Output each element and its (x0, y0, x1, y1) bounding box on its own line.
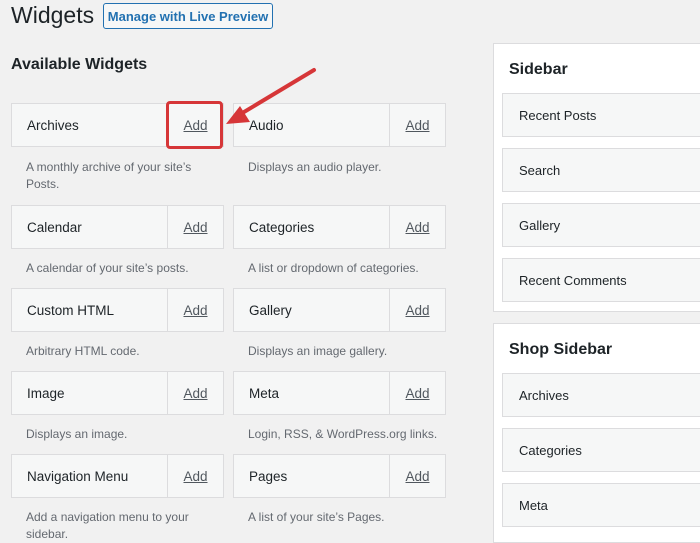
widget-description: Login, RSS, & WordPress.org links. (248, 427, 438, 441)
sidebar-widget-item[interactable]: Meta (502, 483, 700, 527)
add-categories-button[interactable]: Add (389, 206, 445, 248)
add-gallery-button[interactable]: Add (389, 289, 445, 331)
widget-title: Pages (249, 468, 288, 484)
widget-custom-html[interactable]: Custom HTML Add (11, 288, 224, 332)
add-image-button[interactable]: Add (167, 372, 223, 414)
sidebar-widget-item[interactable]: Search (502, 148, 700, 192)
widget-navigation-menu[interactable]: Navigation Menu Add (11, 454, 224, 498)
add-calendar-button[interactable]: Add (167, 206, 223, 248)
sidebar-widget-item[interactable]: Gallery (502, 203, 700, 247)
widget-pages[interactable]: Pages Add (233, 454, 446, 498)
red-arrow-icon (226, 68, 316, 124)
sidebar-title: Sidebar (509, 61, 568, 78)
widget-title: Archives (27, 117, 79, 133)
sidebar-widget-item[interactable]: Recent Posts (502, 93, 700, 137)
highlight-box (166, 101, 223, 149)
widget-description: Displays an image. (26, 427, 128, 441)
widget-title: Meta (249, 385, 280, 401)
widget-description: A monthly archive of your site’s Posts. (26, 160, 192, 191)
add-navigation-menu-button[interactable]: Add (167, 455, 223, 497)
widget-title: Calendar (27, 219, 82, 235)
widget-description: Displays an image gallery. (248, 344, 388, 358)
widget-title: Image (27, 385, 65, 401)
widget-description: Arbitrary HTML code. (26, 344, 140, 358)
add-pages-button[interactable]: Add (389, 455, 445, 497)
available-widgets-title: Available Widgets (11, 56, 148, 73)
widget-meta[interactable]: Meta Add (233, 371, 446, 415)
widget-title: Gallery (249, 302, 292, 318)
widget-title: Custom HTML (27, 302, 115, 318)
widget-description: A calendar of your site’s posts. (26, 261, 189, 275)
widget-calendar[interactable]: Calendar Add (11, 205, 224, 249)
widget-gallery[interactable]: Gallery Add (233, 288, 446, 332)
manage-live-preview-button[interactable]: Manage with Live Preview (103, 3, 273, 29)
widget-description: A list of your site’s Pages. (248, 510, 385, 524)
add-custom-html-button[interactable]: Add (167, 289, 223, 331)
sidebar-widget-item[interactable]: Archives (502, 373, 700, 417)
add-meta-button[interactable]: Add (389, 372, 445, 414)
sidebar-panel: Sidebar Recent Posts Search Gallery Rece… (493, 43, 700, 312)
page-title: Widgets (11, 2, 95, 28)
sidebar-widget-item[interactable]: Recent Comments (502, 258, 700, 302)
sidebar-widget-item[interactable]: Categories (502, 428, 700, 472)
widget-description: Add a navigation menu to your sidebar. (26, 510, 189, 541)
widget-description: Displays an audio player. (248, 160, 382, 174)
widget-image[interactable]: Image Add (11, 371, 224, 415)
shop-sidebar-panel: Shop Sidebar Archives Categories Meta (493, 323, 700, 543)
widget-categories[interactable]: Categories Add (233, 205, 446, 249)
widget-title: Categories (249, 219, 315, 235)
widget-title: Navigation Menu (27, 468, 129, 484)
widget-description: A list or dropdown of categories. (248, 261, 419, 275)
add-audio-button[interactable]: Add (389, 104, 445, 146)
shop-sidebar-title: Shop Sidebar (509, 341, 613, 358)
